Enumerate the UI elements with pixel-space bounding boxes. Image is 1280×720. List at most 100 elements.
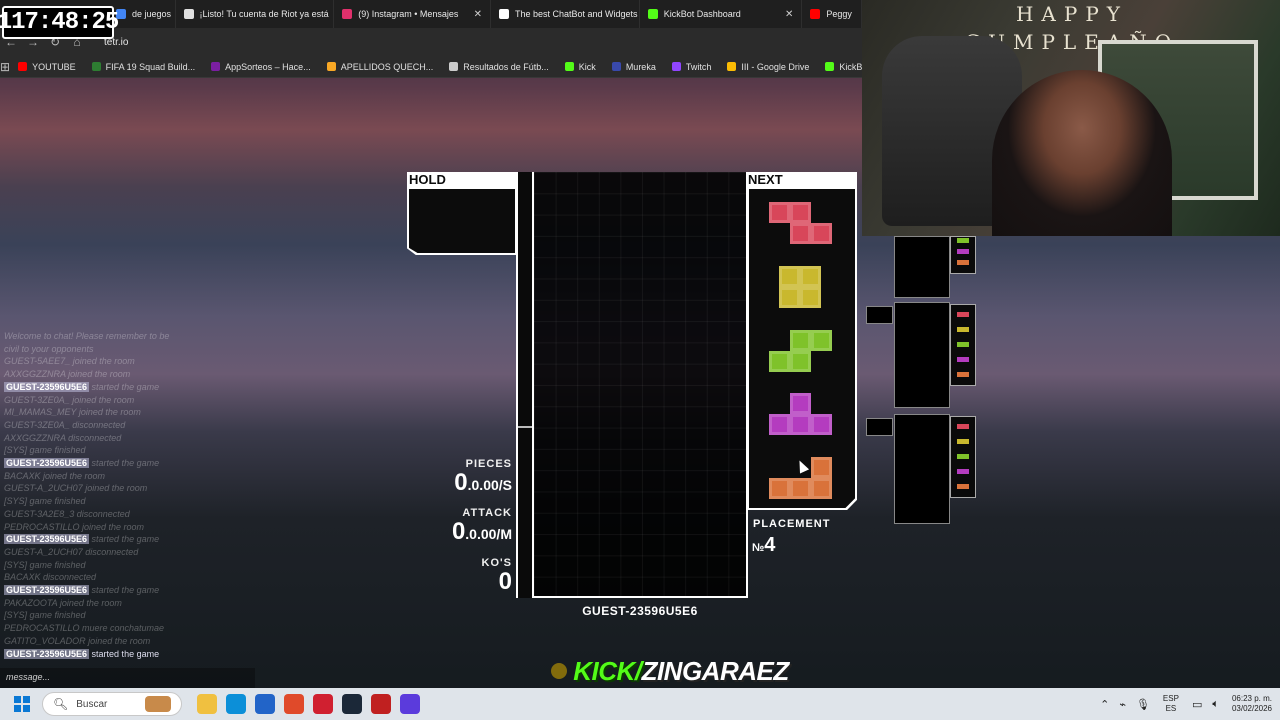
stream-timer: 117:48:25 — [0, 6, 119, 39]
chat-line: MI_MAMAS_MEY joined the room — [4, 407, 141, 418]
language-indicator[interactable]: ESP ES — [1163, 694, 1179, 714]
chat-line: Welcome to chat! Please remember to be — [4, 331, 170, 341]
taskbar-app-icon[interactable] — [370, 694, 391, 714]
opponent-hold — [866, 418, 893, 436]
garbage-meter — [516, 172, 534, 598]
chat-line: civil to your opponents — [4, 343, 94, 354]
piece-cell — [811, 478, 832, 499]
taskbar-app-icon[interactable] — [225, 694, 246, 714]
taskbar-app-icon[interactable] — [312, 694, 333, 714]
kos-stat: KO'S 0 — [440, 557, 512, 595]
opponent-piece — [957, 327, 969, 332]
bookmark-item[interactable]: APELLIDOS QUECH... — [319, 62, 442, 72]
opponent-piece — [957, 312, 969, 317]
apps-grid-icon[interactable]: ⊞ — [0, 60, 10, 74]
piece-cell — [790, 414, 811, 435]
search-highlight-icon — [145, 696, 171, 712]
opponent-piece — [957, 342, 969, 347]
hold-slot — [409, 189, 515, 253]
opponent-piece — [957, 424, 969, 429]
browser-tab[interactable]: (9) Instagram • Mensajes ✕ — [334, 0, 491, 28]
browser-tab[interactable]: ¡Listo! Tu cuenta de Riot ya está✕ — [176, 0, 335, 28]
taskbar-app-icon[interactable] — [283, 694, 304, 714]
bookmark-item[interactable]: Kick — [557, 62, 604, 72]
browser-tab[interactable]: The best ChatBot and Widgets✕ — [491, 0, 640, 28]
opponent-piece — [957, 357, 969, 362]
bookmark-item[interactable]: Twitch — [664, 62, 720, 72]
tab-favicon-icon — [342, 9, 353, 19]
taskbar-search[interactable]: 🔍︎ Buscar — [42, 692, 182, 716]
browser-tab[interactable]: Peggy — [802, 0, 862, 28]
piece-cell — [790, 330, 811, 351]
chat-line: AXXGGZZNRA joined the room — [4, 369, 131, 380]
attack-value: 0 — [451, 518, 466, 545]
taskbar-app-icon[interactable] — [399, 694, 420, 714]
volume-icon[interactable]: 🔈︎ — [1212, 698, 1219, 711]
bookmark-item[interactable]: Mureka — [604, 62, 664, 72]
search-icon: 🔍︎ — [53, 697, 69, 711]
hold-label: HOLD — [409, 172, 446, 187]
kick-coin-icon — [551, 663, 568, 679]
windows-start-icon[interactable] — [14, 696, 30, 712]
chat-line: [SYS] game finished — [4, 559, 86, 570]
system-tray: ⌃ ⌁ 🎙︎ ESP ES ▭ 🔈︎ 06:23 p. m. 03/02/2026 — [1095, 688, 1272, 720]
taskbar-app-icon[interactable] — [254, 694, 275, 714]
bookmark-favicon-icon — [91, 62, 101, 71]
microphone-icon[interactable]: 🎙︎ — [1136, 698, 1150, 711]
taskbar-app-icon[interactable] — [196, 694, 217, 714]
system-clock[interactable]: 06:23 p. m. 03/02/2026 — [1232, 694, 1272, 714]
bookmark-item[interactable]: AppSorteos – Hace... — [203, 62, 319, 72]
pieces-value: 0 — [454, 469, 468, 496]
piece-cell — [811, 330, 832, 351]
placement-value: №4 — [752, 534, 776, 556]
display-icon[interactable]: ▭ — [1192, 698, 1202, 711]
piece-cell — [779, 266, 800, 287]
close-icon[interactable]: ✕ — [466, 9, 482, 20]
piece-cell — [811, 457, 832, 478]
opponent-piece — [957, 249, 969, 254]
bookmark-favicon-icon — [611, 62, 621, 71]
bookmark-item[interactable]: YOUTUBE — [10, 62, 84, 72]
piece-cell — [790, 393, 811, 414]
chat-line: GUEST-3ZE0A_ joined the room — [4, 394, 135, 405]
chat-line: PAKAZOOTA joined the room — [4, 597, 122, 608]
close-icon[interactable]: ✕ — [777, 9, 793, 20]
piece-cell — [779, 287, 800, 308]
taskbar-app-icon[interactable] — [341, 694, 362, 714]
piece-cell — [769, 351, 790, 372]
browser-tab[interactable]: KickBot Dashboard ✕ — [640, 0, 803, 28]
chat-line: BACAXK joined the room — [4, 470, 106, 481]
bookmark-item[interactable]: Resultados de Fútb... — [441, 62, 557, 72]
browser-nav-bar: ← → ↻ ⌂ tetr.io — [0, 28, 862, 56]
bookmarks-bar: ⊞ YOUTUBE FIFA 19 Squad Build... AppSorteo… — [0, 56, 967, 78]
windows-taskbar: 🔍︎ Buscar ⌃ ⌁ 🎙︎ ESP ES ▭ 🔈︎ 06:23 p. m. 0… — [0, 688, 1280, 720]
chat-line: PEDROCASTILLO muere conchatumae — [4, 623, 165, 634]
birthday-banner: HAPPY CUMPLEAÑO — [964, 2, 1180, 54]
chat-line: GUEST-23596U5E6 started the game — [4, 381, 160, 392]
opponent-piece — [957, 469, 969, 474]
bookmark-favicon-icon — [449, 62, 459, 71]
bookmark-favicon-icon — [564, 62, 574, 71]
piece-cell — [811, 223, 832, 244]
bookmark-item[interactable]: FIFA 19 Squad Build... — [84, 62, 204, 72]
tab-favicon-icon — [810, 9, 821, 19]
chat-input[interactable]: message... — [0, 668, 255, 688]
piece-cell — [769, 202, 790, 223]
network-icon[interactable]: ⌁ — [1119, 698, 1126, 711]
tetris-board — [532, 172, 748, 598]
opponent-board — [894, 302, 950, 408]
opponent-board — [894, 414, 950, 524]
pieces-label: PIECES — [465, 458, 512, 470]
chat-line: PEDROCASTILLO joined the room — [4, 521, 145, 532]
bookmark-item[interactable]: III - Google Drive — [719, 62, 817, 72]
chat-line: [SYS] game finished — [4, 496, 86, 507]
chat-line: BACAXK disconnected — [4, 572, 97, 583]
chat-line: GUEST-A_2UCH07 disconnected — [4, 546, 139, 557]
chat-line: GATITO_VOLADOR joined the room — [4, 635, 151, 646]
piece-cell — [790, 351, 811, 372]
chevron-up-icon[interactable]: ⌃ — [1100, 698, 1109, 711]
streamer — [992, 70, 1172, 236]
pieces-rate: .0.00/S — [467, 477, 512, 493]
opponent-hold — [866, 306, 893, 324]
kick-watermark: KICK / ZINGARAEZ — [520, 652, 820, 690]
